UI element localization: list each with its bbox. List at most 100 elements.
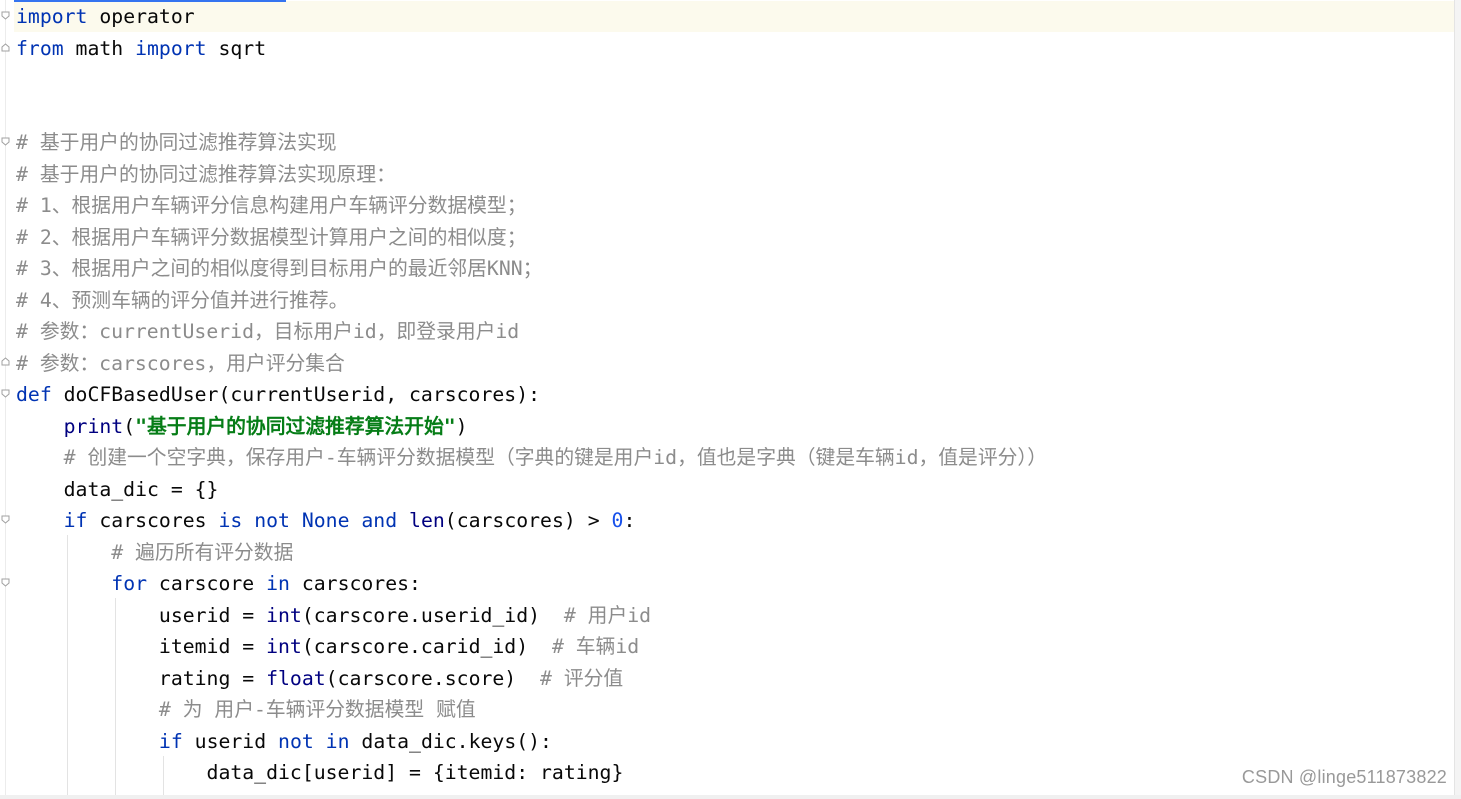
code-line[interactable]: userid = int(carscore.userid_id) # 用户id bbox=[16, 600, 651, 631]
code-comment: # 1、根据用户车辆评分信息构建用户车辆评分数据模型； bbox=[16, 194, 527, 217]
code-line[interactable]: # 遍历所有评分数据 bbox=[16, 537, 293, 568]
code-comment: # 评分值 bbox=[540, 666, 624, 690]
code-line[interactable]: # 参数：carscores，用户评分集合 bbox=[16, 348, 345, 379]
code-token: ( bbox=[123, 414, 136, 438]
code-token: (carscore.carid_id) bbox=[301, 635, 552, 658]
code-keyword: def bbox=[16, 383, 52, 406]
code-token: rating = bbox=[16, 666, 267, 690]
code-keyword: import bbox=[16, 5, 88, 28]
code-token: : bbox=[623, 509, 636, 532]
fold-start-icon[interactable] bbox=[1, 389, 10, 398]
code-line[interactable]: data_dic[userid] = {itemid: rating} bbox=[16, 757, 624, 788]
fold-start-icon[interactable] bbox=[1, 578, 10, 587]
code-token: float bbox=[266, 666, 326, 690]
indent-guide bbox=[115, 598, 116, 795]
code-keyword: for bbox=[111, 572, 148, 595]
code-comment: # 参数：currentUserid，目标用户id，即登录用户id bbox=[16, 320, 520, 343]
code-keyword: if bbox=[63, 509, 88, 532]
fold-end-icon[interactable] bbox=[1, 357, 10, 366]
code-line[interactable]: print("基于用户的协同过滤推荐算法开始") bbox=[16, 411, 468, 442]
code-comment: # 为 用户-车辆评分数据模型 赋值 bbox=[158, 698, 476, 721]
code-line[interactable]: for carscore in carscores: bbox=[16, 568, 421, 599]
code-comment: # 基于用户的协同过滤推荐算法实现原理： bbox=[16, 162, 396, 186]
scrollbar-track[interactable] bbox=[1454, 0, 1461, 799]
tab-indicator bbox=[14, 0, 286, 2]
code-comment: # 创建一个空字典，保存用户-车辆评分数据模型（字典的键是用户id，值也是字典（… bbox=[63, 446, 1048, 469]
code-comment: # 3、根据用户之间的相似度得到目标用户的最近邻居KNN； bbox=[16, 257, 543, 280]
fold-end-icon[interactable] bbox=[1, 43, 10, 52]
code-token: userid = bbox=[16, 603, 267, 627]
code-comment: # 车辆id bbox=[551, 635, 640, 658]
code-token: data_dic.keys(): bbox=[349, 729, 552, 753]
code-keyword: in bbox=[266, 572, 290, 595]
code-line[interactable]: # 基于用户的协同过滤推荐算法实现原理： bbox=[16, 159, 396, 190]
code-token: (carscore.userid_id) bbox=[301, 603, 564, 627]
code-token: len bbox=[409, 509, 445, 532]
code-line[interactable]: # 3、根据用户之间的相似度得到目标用户的最近邻居KNN； bbox=[16, 253, 542, 284]
code-line[interactable]: rating = float(carscore.score) # 评分值 bbox=[16, 663, 623, 694]
code-token: carscore bbox=[147, 572, 267, 595]
code-line[interactable]: # 为 用户-车辆评分数据模型 赋值 bbox=[16, 694, 476, 725]
code-line[interactable]: data_dic = {} bbox=[16, 474, 219, 505]
code-token: print bbox=[63, 414, 124, 438]
code-token: data_dic[userid] = {itemid: rating} bbox=[16, 761, 624, 784]
code-line[interactable]: if carscores is not None and len(carscor… bbox=[16, 505, 636, 536]
code-keyword: import bbox=[135, 36, 207, 60]
code-token: 0 bbox=[611, 509, 624, 532]
code-token: (carscores) > bbox=[444, 509, 612, 532]
code-line[interactable]: # 2、根据用户车辆评分数据模型计算用户之间的相似度； bbox=[16, 222, 526, 253]
code-token: math bbox=[63, 36, 136, 60]
code-comment: # 用户id bbox=[563, 603, 652, 627]
code-editor[interactable]: import operator from math import sqrt # 基于… bbox=[0, 0, 1454, 795]
code-comment: # 遍历所有评分数据 bbox=[111, 540, 294, 564]
code-comment: # 参数：carscores，用户评分集合 bbox=[16, 351, 345, 375]
code-line[interactable]: # 1、根据用户车辆评分信息构建用户车辆评分数据模型； bbox=[16, 190, 526, 221]
fold-start-icon[interactable] bbox=[1, 137, 10, 146]
fold-start-icon[interactable] bbox=[1, 515, 10, 524]
code-string: "基于用户的协同过滤推荐算法开始" bbox=[135, 414, 456, 438]
code-keyword: not in bbox=[278, 729, 350, 753]
code-token: userid bbox=[182, 729, 279, 753]
code-comment: # 2、根据用户车辆评分数据模型计算用户之间的相似度； bbox=[16, 225, 527, 249]
code-token: itemid = bbox=[16, 635, 267, 658]
code-comment: # 基于用户的协同过滤推荐算法实现 bbox=[16, 131, 337, 154]
code-line[interactable]: from math import sqrt bbox=[16, 33, 266, 64]
code-token: int bbox=[266, 635, 302, 658]
code-line[interactable]: def doCFBasedUser(currentUserid, carscor… bbox=[16, 379, 540, 410]
code-line[interactable]: # 创建一个空字典，保存用户-车辆评分数据模型（字典的键是用户id，值也是字典（… bbox=[16, 442, 1047, 473]
code-token: carscores: bbox=[289, 572, 421, 595]
code-line[interactable]: itemid = int(carscore.carid_id) # 车辆id bbox=[16, 631, 639, 662]
code-line[interactable]: # 4、预测车辆的评分值并进行推荐。 bbox=[16, 285, 348, 316]
horizontal-scrollbar[interactable] bbox=[0, 795, 1461, 799]
code-comment: # 4、预测车辆的评分值并进行推荐。 bbox=[16, 288, 349, 312]
watermark-text: CSDN @linge511873822 bbox=[1241, 767, 1447, 787]
code-token: doCFBasedUser(currentUserid, carscores): bbox=[51, 383, 541, 406]
code-line[interactable]: # 参数：currentUserid，目标用户id，即登录用户id bbox=[16, 316, 519, 347]
code-token: carscores bbox=[87, 509, 219, 532]
indent-guide bbox=[67, 535, 68, 795]
code-line[interactable]: import operator bbox=[14, 1, 1454, 32]
code-token: data_dic = {} bbox=[16, 477, 219, 501]
code-token: sqrt bbox=[206, 36, 267, 60]
code-token: operator bbox=[87, 5, 195, 28]
code-line[interactable]: if userid not in data_dic.keys(): bbox=[16, 726, 552, 757]
fold-start-icon[interactable] bbox=[1, 11, 10, 20]
code-token: ) bbox=[455, 414, 468, 438]
gutter-divider bbox=[5, 0, 6, 799]
editor-gutter bbox=[0, 0, 14, 799]
code-line[interactable]: # 基于用户的协同过滤推荐算法实现 bbox=[16, 127, 337, 158]
code-keyword: from bbox=[16, 36, 64, 60]
indent-guide bbox=[163, 756, 164, 795]
code-token: (carscore.score) bbox=[325, 666, 541, 690]
code-keyword: is not None and bbox=[218, 509, 398, 532]
code-token: int bbox=[266, 603, 302, 627]
code-keyword: if bbox=[158, 729, 183, 753]
